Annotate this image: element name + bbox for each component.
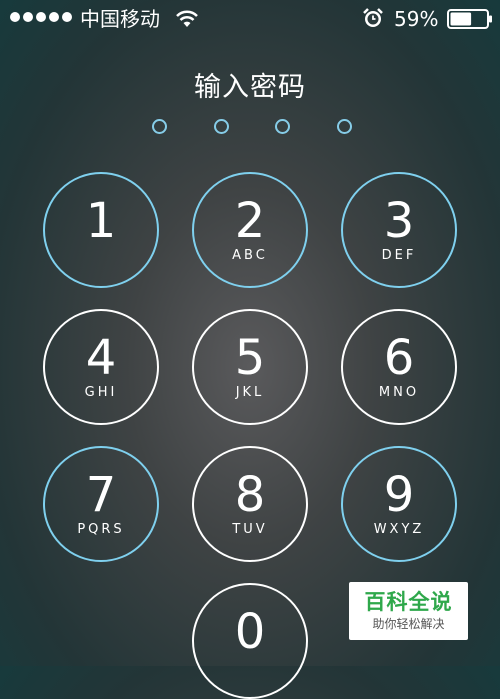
keypad-key-6[interactable]: 6 MNO [341,309,457,425]
key-digit: 4 [85,330,117,386]
key-digit: 2 [234,193,266,249]
key-digit: 3 [383,193,415,249]
keypad-key-1[interactable]: 1 [43,172,159,288]
key-letters: PQRS [77,522,125,537]
key-digit: 9 [383,467,415,523]
key-digit: 1 [85,193,117,249]
key-digit: 7 [85,467,117,523]
key-letters: JKL [235,385,265,400]
watermark-logo: 百科全说 助你轻松解决 [349,582,468,640]
keypad-key-3[interactable]: 3 DEF [341,172,457,288]
key-letters: GHI [84,385,118,400]
key-letters: ABC [232,248,268,263]
keypad-key-9[interactable]: 9 WXYZ [341,446,457,562]
keypad-key-4[interactable]: 4 GHI [43,309,159,425]
keypad-key-2[interactable]: 2 ABC [192,172,308,288]
watermark-title: 百科全说 [364,590,453,614]
key-digit: 6 [383,330,415,386]
keypad-key-0[interactable]: 0 [192,583,308,699]
key-letters: TUV [232,522,268,537]
keypad-key-8[interactable]: 8 TUV [192,446,308,562]
key-digit: 5 [234,330,266,386]
keypad-key-7[interactable]: 7 PQRS [43,446,159,562]
key-letters: WXYZ [373,522,425,537]
keypad-key-5[interactable]: 5 JKL [192,309,308,425]
key-digit: 0 [234,604,266,660]
passcode-keypad: 1 2 ABC 3 DEF 4 GHI 5 JKL 6 MNO 7 PQRS 8… [0,0,500,699]
key-letters: MNO [378,385,420,400]
key-letters: DEF [381,248,417,263]
watermark-subtitle: 助你轻松解决 [372,617,445,631]
key-digit: 8 [234,467,266,523]
